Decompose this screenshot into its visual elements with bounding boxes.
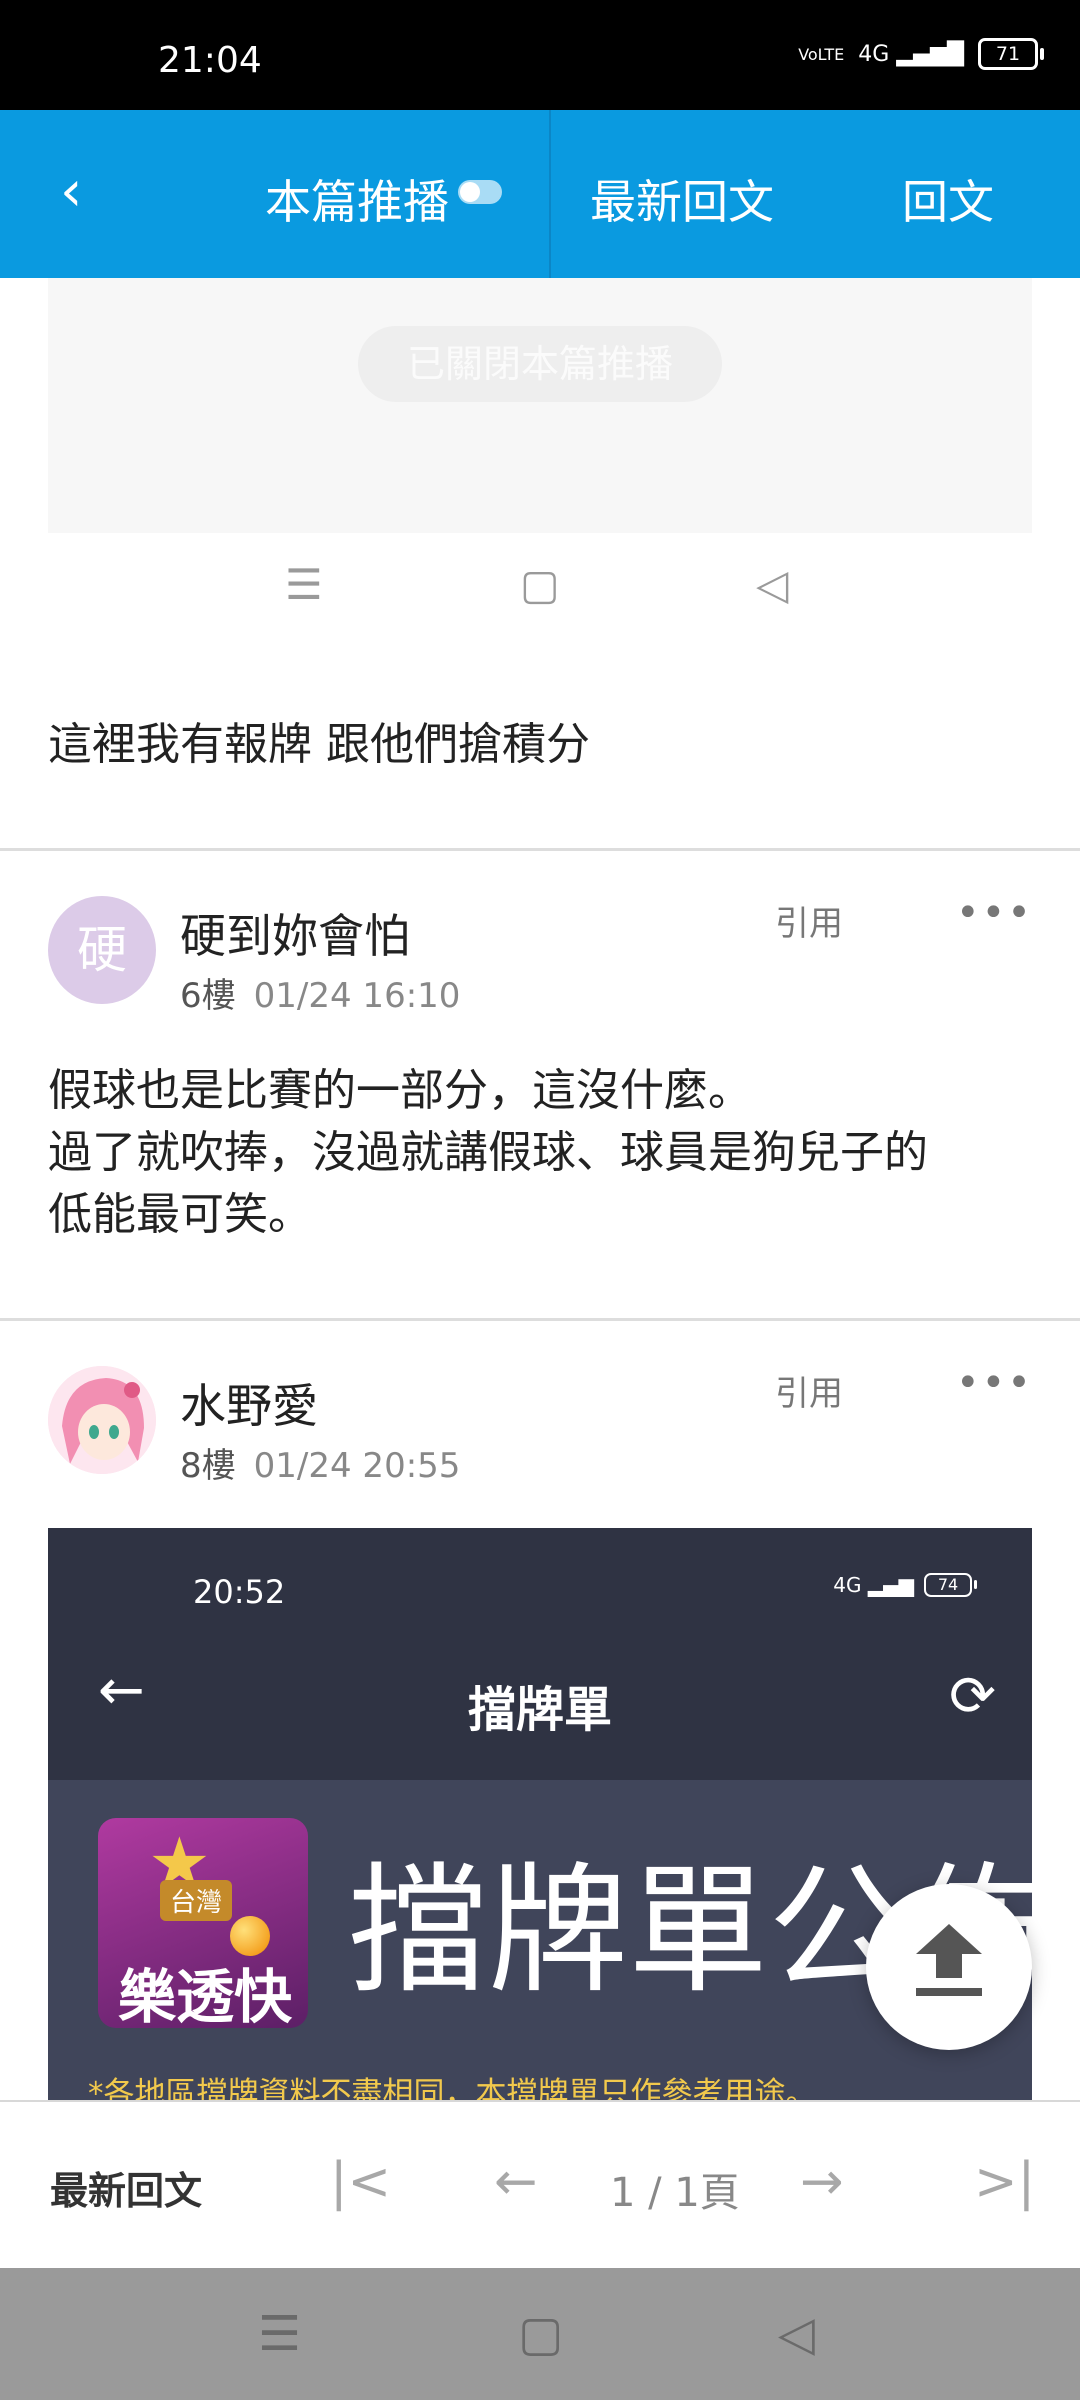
post-datetime: 01/24 16:10 [253,976,461,1016]
embedded-nav-icons: ☰ ▢ ◁ [0,560,1080,630]
network-icon: 4G ▂▄▆█ [858,41,964,67]
back-icon: ◁ [756,560,789,609]
volte-icon: VoLTE [798,44,845,64]
upload-fab-button[interactable] [866,1884,1032,2050]
more-options-icon[interactable]: ••• [956,890,1033,936]
post-meta: 6樓 01/24 16:10 [180,968,460,1017]
post-divider [0,848,1080,851]
embedded-time: 20:52 [193,1573,286,1611]
upload-arrow-icon [916,1924,982,1954]
embedded-refresh-icon: ⟳ [949,1664,996,1729]
logo-badge: 台灣 [160,1880,233,1921]
back-button[interactable]: ‹ [60,162,82,222]
recents-icon[interactable]: ☰ [258,2306,301,2362]
post-meta: 8樓 01/24 20:55 [180,1438,460,1487]
post-body: 這裡我有報牌 跟他們搶積分 [48,719,590,770]
avatar[interactable] [48,1366,156,1474]
status-time: 21:04 [158,40,262,81]
divider [549,110,551,278]
username[interactable]: 硬到妳會怕 [180,900,410,966]
push-closed-label: 已關閉本篇推播 [358,326,722,402]
quote-button[interactable]: 引用 [775,896,843,945]
more-options-icon[interactable]: ••• [956,1360,1033,1406]
top-nav-bar: ‹ 本篇推播 最新回文 回文 [0,110,1080,278]
post-body: 假球也是比賽的一部分，這沒什麼。 過了就吹捧，沒過就講假球、球員是狗兒子的 低能… [48,1065,928,1240]
floor-number: 6樓 [180,976,236,1016]
logo-brand: 樂透快 [118,1963,293,2031]
prev-page-button[interactable]: ← [494,2152,538,2212]
back-icon[interactable]: ◁ [778,2306,815,2362]
post-divider [0,1318,1080,1321]
last-page-button[interactable]: >| [974,2152,1035,2212]
embedded-status-icons: 4G ▂▄▆ 74 [833,1573,977,1597]
tab-push[interactable]: 本篇推播 [265,166,449,232]
next-page-button[interactable]: → [800,2152,844,2212]
embedded-title: 擋牌單 [467,1682,612,1738]
first-page-button[interactable]: |< [330,2152,391,2212]
menu-icon: ☰ [285,560,323,609]
post-datetime: 01/24 20:55 [253,1446,461,1486]
bottom-pager: 最新回文 |< ← 1 / 1頁 → >| [0,2100,1080,2270]
quote-button[interactable]: 引用 [775,1366,843,1415]
system-nav-bar: ☰ ▢ ◁ [0,2268,1080,2400]
floor-number: 8樓 [180,1446,236,1486]
tab-latest-replies[interactable]: 最新回文 [590,166,774,232]
status-bar: 21:04 VoLTE 4G ▂▄▆█ 71 [0,0,1080,110]
latest-replies-button[interactable]: 最新回文 [50,2160,202,2215]
push-closed-box: 已關閉本篇推播 [48,278,1032,533]
push-toggle[interactable] [458,180,502,204]
battery-icon: 71 [978,38,1044,70]
reply-button[interactable]: 回文 [902,166,994,232]
anime-avatar-icon [48,1366,156,1474]
status-icons: VoLTE 4G ▂▄▆█ 71 [798,38,1044,70]
page-indicator[interactable]: 1 / 1頁 [610,2160,740,2218]
username[interactable]: 水野愛 [180,1370,318,1436]
embedded-notice: *各地區擋牌資料不盡相同，本擋牌單只作參考用途。 [88,2076,817,2100]
home-icon[interactable]: ▢ [518,2306,563,2362]
home-icon: ▢ [520,560,560,609]
embedded-network-icon: 4G ▂▄▆ [833,1573,914,1597]
lottery-logo: ★ 台灣 樂透快 [98,1818,308,2031]
embedded-battery-icon: 74 [924,1573,977,1597]
avatar[interactable]: 硬 [48,896,156,1004]
